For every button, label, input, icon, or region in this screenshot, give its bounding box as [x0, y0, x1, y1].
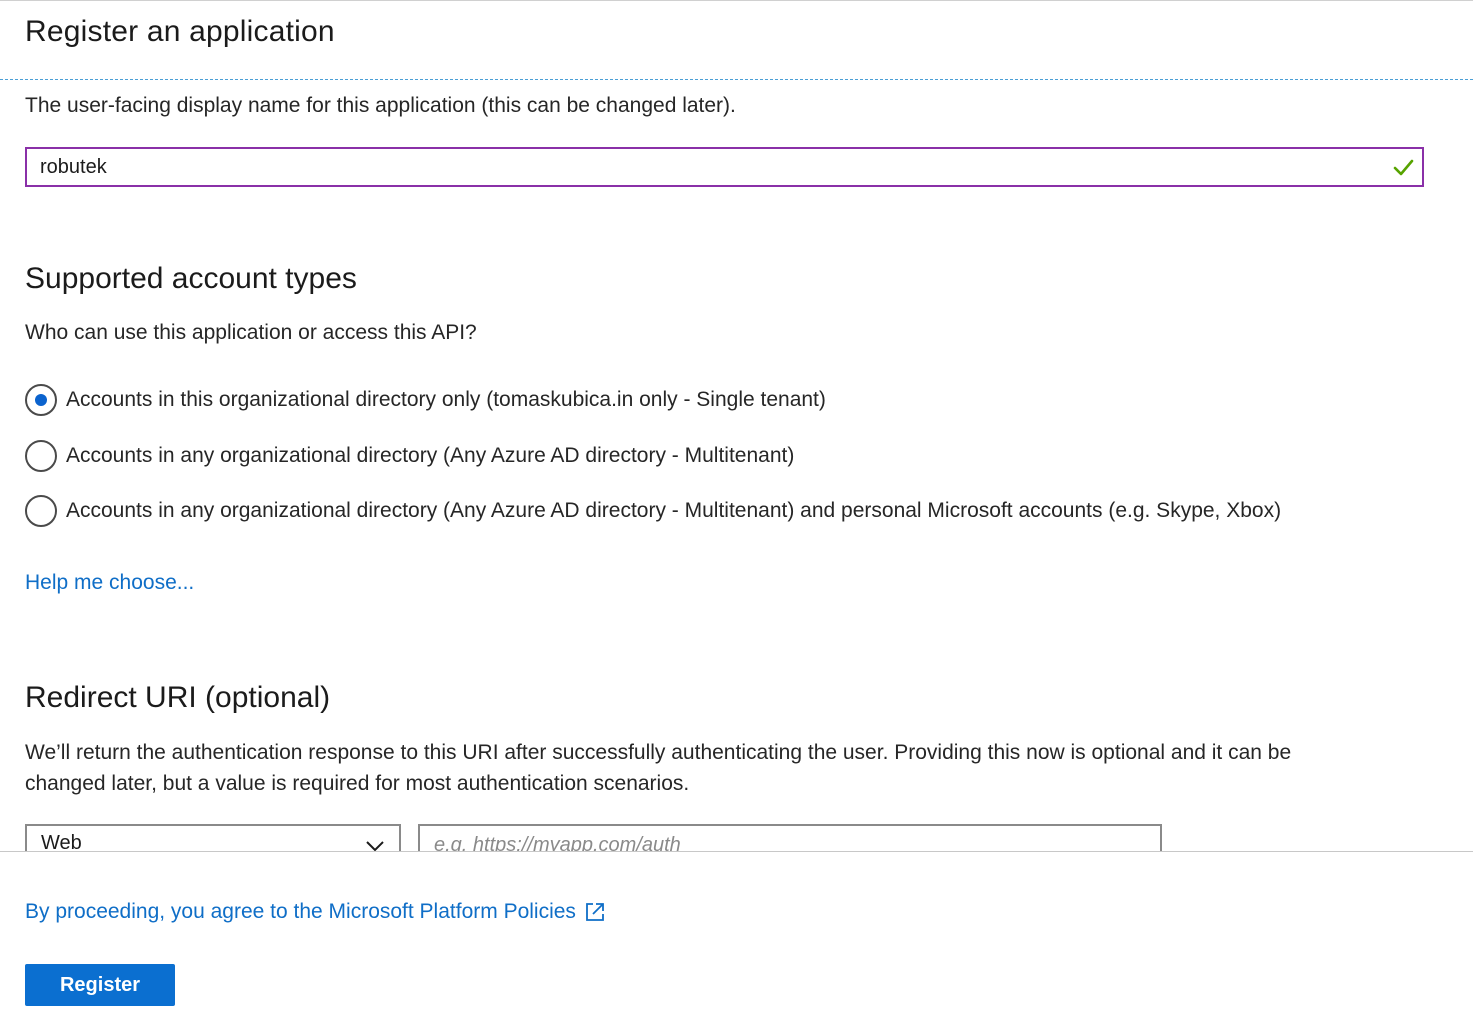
- redirect-description-line1: We’ll return the authentication response…: [25, 741, 1292, 764]
- account-option-single-tenant[interactable]: Accounts in this organizational director…: [25, 383, 826, 417]
- top-border: [0, 0, 1473, 3]
- name-description: The user-facing display name for this ap…: [25, 94, 736, 117]
- name-input[interactable]: [40, 149, 1380, 185]
- account-option-multitenant[interactable]: Accounts in any organizational directory…: [25, 439, 794, 473]
- register-app-page: Register an application The user-facing …: [0, 0, 1473, 1021]
- radio-button[interactable]: [25, 495, 57, 527]
- name-field[interactable]: [25, 147, 1424, 187]
- account-option-label: Accounts in any organizational directory…: [66, 444, 795, 467]
- platform-policies-text: By proceeding, you agree to the Microsof…: [25, 900, 576, 923]
- account-option-label: Accounts in this organizational director…: [66, 388, 826, 411]
- register-button[interactable]: Register: [25, 964, 175, 1006]
- footer: By proceeding, you agree to the Microsof…: [0, 851, 1473, 1021]
- account-option-label: Accounts in any organizational directory…: [66, 499, 1282, 522]
- help-me-choose-link[interactable]: Help me choose...: [25, 567, 194, 598]
- account-types-heading: Supported account types: [25, 262, 357, 295]
- account-option-multitenant-personal[interactable]: Accounts in any organizational directory…: [25, 494, 1281, 528]
- title-divider: [0, 79, 1473, 80]
- platform-policies-link[interactable]: By proceeding, you agree to the Microsof…: [25, 900, 606, 924]
- external-link-icon: [586, 903, 604, 921]
- check-icon: [1393, 159, 1414, 176]
- radio-button-selected[interactable]: [25, 384, 57, 416]
- account-types-question: Who can use this application or access t…: [25, 321, 477, 344]
- page-title: Register an application: [25, 15, 335, 48]
- redirect-uri-heading: Redirect URI (optional): [25, 681, 331, 714]
- redirect-description-line2: changed later, but a value is required f…: [25, 772, 690, 795]
- radio-button[interactable]: [25, 440, 57, 472]
